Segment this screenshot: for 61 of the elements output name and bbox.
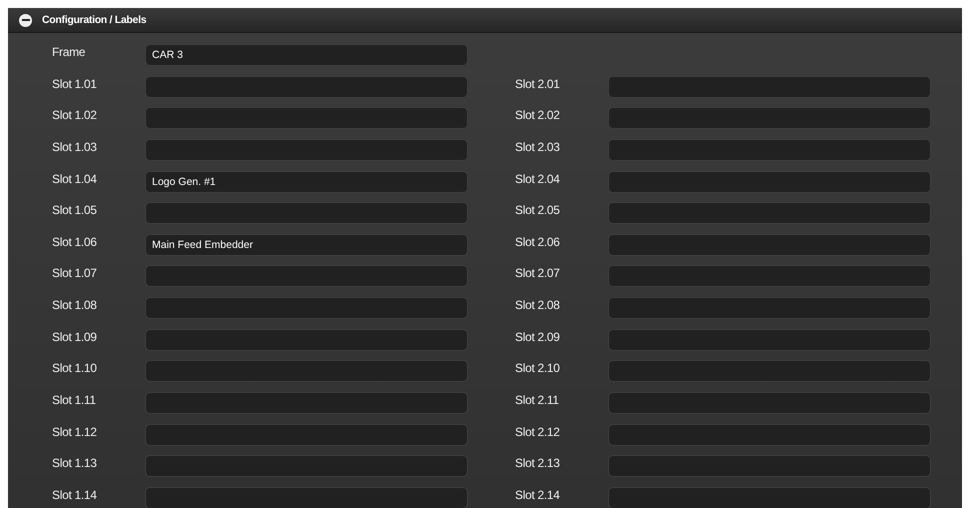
input-field[interactable] xyxy=(145,202,468,224)
field-label: Slot 2.06 xyxy=(515,234,561,249)
input-field[interactable] xyxy=(145,297,468,319)
input-field[interactable] xyxy=(145,360,468,382)
field-label: Slot 1.12 xyxy=(52,424,98,438)
field-label: Slot 2.09 xyxy=(515,330,561,344)
input-field[interactable] xyxy=(608,455,931,478)
field-label: Slot 2.04 xyxy=(515,172,561,186)
field-label: Slot 1.01 xyxy=(52,76,98,91)
field-label: Slot 1.11 xyxy=(52,392,97,407)
field-label: Slot 2.14 xyxy=(515,488,561,502)
field-label: Slot 1.14 xyxy=(52,488,98,502)
input-field[interactable] xyxy=(145,328,468,351)
field-label: Slot 1.04 xyxy=(52,172,98,186)
input-field[interactable] xyxy=(608,328,931,351)
field-label: Slot 1.05 xyxy=(52,203,98,218)
input-field[interactable] xyxy=(145,76,468,98)
input-field[interactable] xyxy=(608,234,931,256)
field-label: Slot 2.08 xyxy=(515,298,561,312)
input-field[interactable] xyxy=(145,265,468,288)
input-field[interactable] xyxy=(608,297,931,319)
input-field[interactable] xyxy=(608,265,931,288)
input-field[interactable] xyxy=(608,202,931,224)
field-label: Slot 2.13 xyxy=(515,456,561,470)
field-label: Slot 2.01 xyxy=(515,76,561,91)
field-label: Slot 2.10 xyxy=(515,361,561,376)
field-label: Slot 2.05 xyxy=(515,203,561,218)
minus-icon xyxy=(22,16,30,24)
input-field[interactable] xyxy=(145,138,468,161)
field-label: Slot 1.08 xyxy=(52,298,98,312)
input-field[interactable] xyxy=(145,424,468,446)
field-label: Slot 2.07 xyxy=(515,266,561,280)
field-label: Slot 2.11 xyxy=(515,392,560,407)
input-field[interactable] xyxy=(608,486,931,508)
input-field[interactable] xyxy=(145,392,468,414)
field-label: Slot 1.13 xyxy=(52,456,98,470)
panel-title: Configuration / Labels xyxy=(42,14,146,26)
input-field[interactable] xyxy=(608,360,931,382)
field-label: Slot 1.03 xyxy=(52,140,98,154)
input-field[interactable] xyxy=(608,138,931,161)
field-label: Slot 1.10 xyxy=(52,361,98,376)
field-label: Slot 1.06 xyxy=(52,234,98,249)
field-label: Slot 1.02 xyxy=(52,108,98,122)
input-field[interactable] xyxy=(145,486,468,508)
input-field[interactable]: Main Feed Embedder xyxy=(145,234,468,256)
input-field[interactable] xyxy=(608,107,931,130)
input-field[interactable] xyxy=(145,107,468,130)
input-field[interactable] xyxy=(608,76,931,98)
input-field[interactable] xyxy=(608,170,931,192)
input-field[interactable]: Logo Gen. #1 xyxy=(145,170,468,192)
input-field[interactable]: CAR 3 xyxy=(145,44,468,66)
field-label: Slot 2.12 xyxy=(515,424,561,438)
field-label: Slot 2.03 xyxy=(515,140,561,154)
field-label: Slot 1.07 xyxy=(52,266,98,280)
collapse-button[interactable] xyxy=(19,14,32,26)
field-label: Frame xyxy=(52,45,86,59)
input-field[interactable] xyxy=(608,424,931,446)
field-label: Slot 1.09 xyxy=(52,330,98,344)
input-field[interactable] xyxy=(608,392,931,414)
field-label: Slot 2.02 xyxy=(515,108,561,122)
input-field[interactable] xyxy=(145,455,468,478)
